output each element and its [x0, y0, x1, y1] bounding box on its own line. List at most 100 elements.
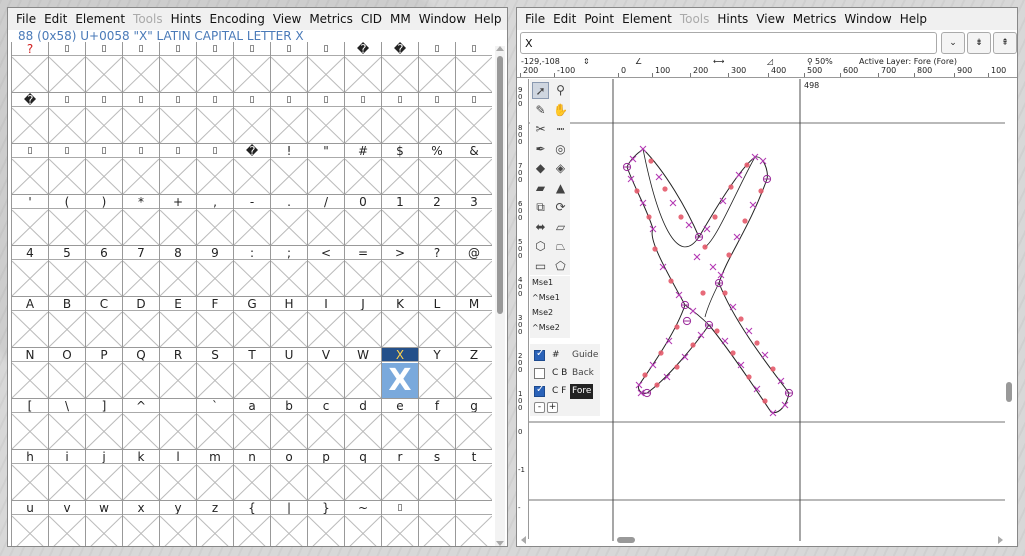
control-point-curve[interactable] [746, 374, 752, 380]
glyph-cell[interactable]: - [233, 195, 270, 246]
glyph-cell[interactable]: I [307, 297, 344, 348]
layer-row-fore[interactable]: C FFore [530, 384, 600, 400]
glyph-cell[interactable]: u [11, 501, 48, 546]
fv-menu-hints[interactable]: Hints [167, 12, 206, 26]
glyph-cell[interactable]: 1 [381, 195, 418, 246]
glyph-cell[interactable]: ? [418, 246, 455, 297]
control-handle[interactable] [721, 337, 729, 345]
glyph-cell[interactable]: M [455, 297, 492, 348]
glyph-cell[interactable]: [ [11, 399, 48, 450]
control-handle[interactable] [669, 199, 677, 207]
glyph-cell[interactable]: 9 [196, 246, 233, 297]
glyph-cell[interactable]: ▯ [307, 93, 344, 144]
control-point-corner[interactable] [622, 162, 632, 172]
control-handle[interactable] [655, 173, 663, 181]
next-word-button[interactable]: ⇟ [967, 32, 991, 54]
glyph-cell[interactable]: ▯ [85, 144, 122, 195]
control-handle[interactable] [761, 351, 769, 359]
glyph-cell[interactable]: ▯ [418, 93, 455, 144]
control-point-curve[interactable] [700, 290, 706, 296]
glyph-cell[interactable]: ' [11, 195, 48, 246]
glyph-cell[interactable]: 7 [122, 246, 159, 297]
control-point-curve[interactable] [726, 252, 732, 258]
layer-row-back[interactable]: C B Back [530, 366, 600, 382]
glyph-cell[interactable]: w [85, 501, 122, 546]
glyph-cell[interactable]: ▯ [122, 144, 159, 195]
glyph-cell[interactable]: 6 [85, 246, 122, 297]
control-point-curve[interactable] [712, 214, 718, 220]
remove-layer-button[interactable]: - [534, 402, 545, 413]
prev-word-button[interactable]: ⇞ [993, 32, 1017, 54]
control-point-curve[interactable] [754, 340, 760, 346]
glyph-cell[interactable]: d [344, 399, 381, 450]
control-point-corner[interactable] [714, 278, 724, 288]
glyph-cell[interactable]: b [270, 399, 307, 450]
layer-visible-checkbox[interactable] [534, 348, 545, 361]
fv-menu-metrics[interactable]: Metrics [305, 12, 357, 26]
glyph-cell[interactable]: 2 [418, 195, 455, 246]
control-handle[interactable] [703, 225, 711, 233]
glyph-cell[interactable]: ▯ [48, 42, 85, 93]
control-point-curve[interactable] [702, 244, 708, 250]
scrollbar-thumb[interactable] [497, 56, 503, 314]
glyph-cell[interactable]: f [418, 399, 455, 450]
pen-icon[interactable]: ✒ [532, 141, 549, 158]
glyph-cell[interactable]: A [11, 297, 48, 348]
control-handle[interactable] [693, 253, 701, 261]
control-point-curve[interactable] [634, 188, 640, 194]
glyph-cell[interactable]: O [48, 348, 85, 399]
layer-name[interactable]: Fore [570, 384, 594, 399]
glyph-cell[interactable]: 0 [344, 195, 381, 246]
fv-menu-edit[interactable]: Edit [40, 12, 71, 26]
glyph-cell[interactable]: { [233, 501, 270, 546]
control-point-curve[interactable] [654, 382, 660, 388]
polygon-icon[interactable]: ⬠ [552, 258, 569, 275]
font-view-scrollbar[interactable] [495, 46, 505, 546]
glyph-cell[interactable]: ▯ [85, 93, 122, 144]
glyph-cell[interactable]: ▯ [455, 42, 492, 93]
glyph-cell[interactable]: n [233, 450, 270, 501]
glyph-cell[interactable]: z [196, 501, 233, 546]
perspective-icon[interactable]: ⏢ [552, 238, 569, 255]
glyph-cell[interactable]: a [233, 399, 270, 450]
ov-menu-edit[interactable]: Edit [549, 12, 580, 26]
control-handle[interactable] [733, 233, 741, 241]
glyph-cell[interactable]: | [270, 501, 307, 546]
glyph-cell[interactable]: p [307, 450, 344, 501]
glyph-cell[interactable]: / [307, 195, 344, 246]
glyph-cell[interactable]: g [455, 399, 492, 450]
glyph-cell[interactable]: ▯ [344, 93, 381, 144]
control-handle[interactable] [639, 145, 647, 153]
glyph-cell[interactable]: G [233, 297, 270, 348]
glyph-cell[interactable]: ; [270, 246, 307, 297]
curve-point-icon[interactable]: ◆ [532, 160, 549, 177]
control-handle[interactable] [635, 381, 643, 389]
pointer-icon[interactable]: ➚ [532, 82, 549, 99]
control-handle[interactable] [685, 221, 693, 229]
glyph-cell[interactable]: > [381, 246, 418, 297]
glyph-cell[interactable]: m [196, 450, 233, 501]
glyph-cell[interactable]: ▯ [196, 93, 233, 144]
glyph-cell[interactable]: e [381, 399, 418, 450]
glyph-cell[interactable] [418, 501, 455, 546]
glyph-cell[interactable]: E [159, 297, 196, 348]
glyph-cell[interactable]: _ [159, 399, 196, 450]
layer-name[interactable]: Back [570, 366, 596, 381]
control-handle[interactable] [709, 263, 717, 271]
dropdown-button[interactable]: ⌄ [941, 32, 965, 54]
control-handle[interactable] [675, 291, 683, 299]
glyph-cell[interactable]: W [344, 348, 381, 399]
ov-menu-point[interactable]: Point [580, 12, 618, 26]
control-point-curve[interactable] [758, 188, 764, 194]
glyph-cell[interactable]: + [159, 195, 196, 246]
glyph-cell[interactable]: ▯ [270, 93, 307, 144]
control-handle[interactable] [745, 327, 753, 335]
control-handle[interactable] [781, 401, 789, 409]
glyph-cell[interactable]: q [344, 450, 381, 501]
control-point-curve[interactable] [674, 364, 680, 370]
glyph-cell[interactable]: Z [455, 348, 492, 399]
control-handle[interactable] [629, 155, 637, 163]
glyph-cell[interactable] [455, 501, 492, 546]
tangent-point-icon[interactable]: ▲ [552, 180, 569, 197]
hv-curve-icon[interactable]: ◈ [552, 160, 569, 177]
